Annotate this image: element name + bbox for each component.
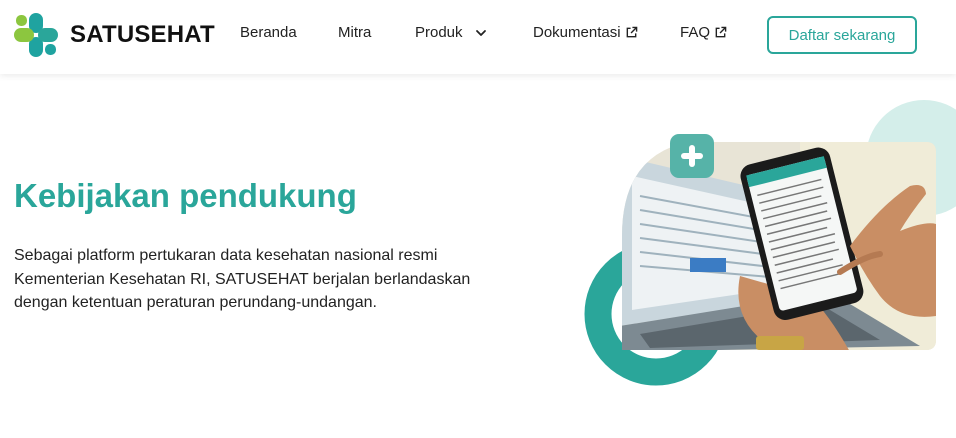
chevron-down-icon xyxy=(475,29,486,36)
nav-label: Beranda xyxy=(240,24,297,41)
external-link-icon xyxy=(626,26,637,38)
page-description: Sebagai platform pertukaran data kesehat… xyxy=(14,247,471,311)
register-button[interactable]: Daftar sekarang xyxy=(767,16,917,54)
nav-dokumentasi[interactable]: Dokumentasi xyxy=(533,24,638,41)
page-title: Kebijakan pendukung xyxy=(14,177,357,214)
brand-name: SATUSEHAT xyxy=(70,21,215,48)
satusehat-logo-icon xyxy=(14,13,58,57)
nav-label: Produk xyxy=(415,24,463,41)
nav-faq[interactable]: FAQ xyxy=(680,24,727,41)
nav-produk[interactable]: Produk xyxy=(415,24,489,41)
nav-label: FAQ xyxy=(680,24,711,41)
nav-label: Mitra xyxy=(338,24,372,41)
nav-label: Dokumentasi xyxy=(533,24,621,41)
brand-logo[interactable]: SATUSEHAT xyxy=(14,12,215,58)
external-link-icon xyxy=(715,26,727,38)
hero-illustration xyxy=(580,96,956,396)
register-button-label: Daftar sekarang xyxy=(788,26,896,44)
nav-mitra[interactable]: Mitra xyxy=(338,24,371,41)
nav-beranda[interactable]: Beranda xyxy=(240,24,297,41)
top-navbar: SATUSEHAT Beranda Mitra Produk Dokumenta… xyxy=(0,0,956,74)
